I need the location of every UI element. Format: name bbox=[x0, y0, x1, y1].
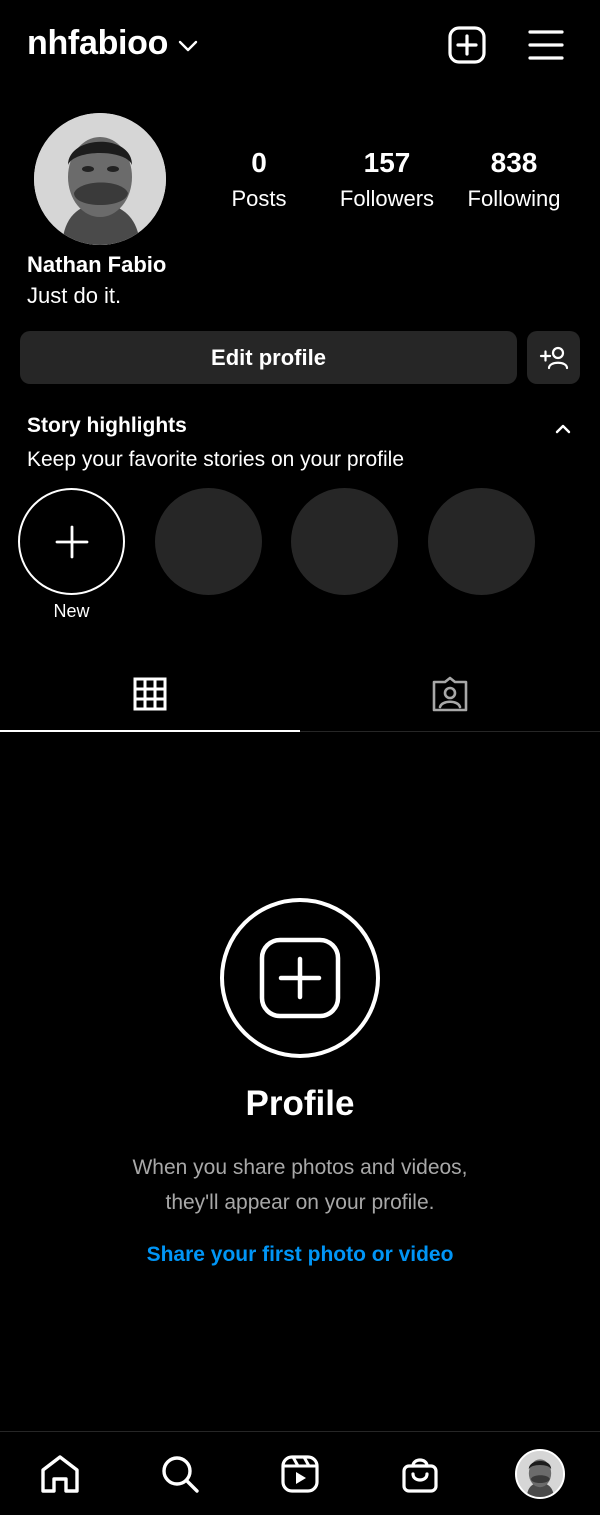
nav-reels[interactable] bbox=[270, 1446, 330, 1502]
search-icon bbox=[162, 1456, 199, 1493]
profile-bio: Just do it. bbox=[27, 283, 122, 308]
empty-state-line: they'll appear on your profile. bbox=[165, 1191, 435, 1214]
top-bar: nhfabioo bbox=[0, 0, 600, 92]
bottom-nav bbox=[0, 1431, 600, 1515]
stat-label: Followers bbox=[339, 186, 435, 211]
plus-icon bbox=[55, 525, 88, 558]
stat-followers[interactable]: 157 Followers bbox=[322, 146, 452, 218]
profile-name: Nathan Fabio bbox=[27, 252, 167, 277]
new-highlight-button[interactable] bbox=[18, 488, 125, 595]
stat-posts[interactable]: 0 Posts bbox=[194, 146, 324, 218]
highlight-placeholder bbox=[155, 488, 262, 595]
nav-shop[interactable] bbox=[390, 1446, 450, 1502]
empty-state-title: Profile bbox=[245, 1084, 355, 1123]
avatar-photo bbox=[34, 113, 166, 245]
nav-home[interactable] bbox=[30, 1446, 90, 1502]
plus-square-icon bbox=[259, 937, 341, 1019]
discover-people-button[interactable] bbox=[527, 331, 580, 384]
stat-value: 0 bbox=[251, 147, 267, 178]
account-switcher[interactable]: nhfabioo bbox=[27, 24, 198, 63]
nav-profile[interactable] bbox=[510, 1446, 570, 1502]
menu-button[interactable] bbox=[525, 24, 567, 66]
plus-square-icon bbox=[448, 26, 486, 64]
home-icon bbox=[41, 1455, 79, 1493]
active-tab-indicator bbox=[0, 730, 300, 732]
new-highlight-label: New bbox=[53, 601, 90, 621]
empty-state-description: When you share photos and videos, they'l… bbox=[0, 1150, 600, 1220]
share-first-photo-link[interactable]: Share your first photo or video bbox=[0, 1243, 600, 1267]
stat-following[interactable]: 838 Following bbox=[449, 146, 579, 218]
chevron-up-icon bbox=[555, 424, 571, 434]
shop-icon bbox=[402, 1458, 438, 1493]
highlight-placeholder bbox=[291, 488, 398, 595]
create-post-button[interactable] bbox=[446, 24, 488, 66]
highlights-subtitle: Keep your favorite stories on your profi… bbox=[27, 448, 405, 471]
stat-value: 838 bbox=[490, 147, 538, 178]
hamburger-icon bbox=[528, 30, 564, 60]
stat-value: 157 bbox=[363, 147, 411, 178]
edit-profile-button[interactable]: Edit profile bbox=[20, 331, 517, 384]
highlights-title: Story highlights bbox=[27, 414, 187, 437]
username: nhfabioo bbox=[27, 24, 169, 62]
stat-label: Posts bbox=[231, 186, 287, 211]
profile-avatar[interactable] bbox=[34, 113, 166, 245]
empty-state-line: When you share photos and videos, bbox=[132, 1156, 468, 1179]
grid-icon bbox=[133, 677, 167, 710]
create-first-post-button[interactable] bbox=[220, 898, 380, 1058]
nav-search[interactable] bbox=[150, 1446, 210, 1502]
avatar-photo bbox=[517, 1451, 563, 1497]
tagged-icon bbox=[432, 676, 468, 711]
highlights-collapse-button[interactable] bbox=[550, 416, 576, 442]
reels-icon bbox=[281, 1455, 319, 1493]
chevron-down-icon bbox=[178, 40, 198, 51]
avatar-icon bbox=[515, 1449, 565, 1499]
add-user-icon bbox=[539, 346, 568, 369]
tab-tagged[interactable] bbox=[300, 655, 600, 732]
tab-grid[interactable] bbox=[0, 655, 300, 732]
stat-label: Following bbox=[467, 186, 561, 211]
highlight-placeholder bbox=[428, 488, 535, 595]
